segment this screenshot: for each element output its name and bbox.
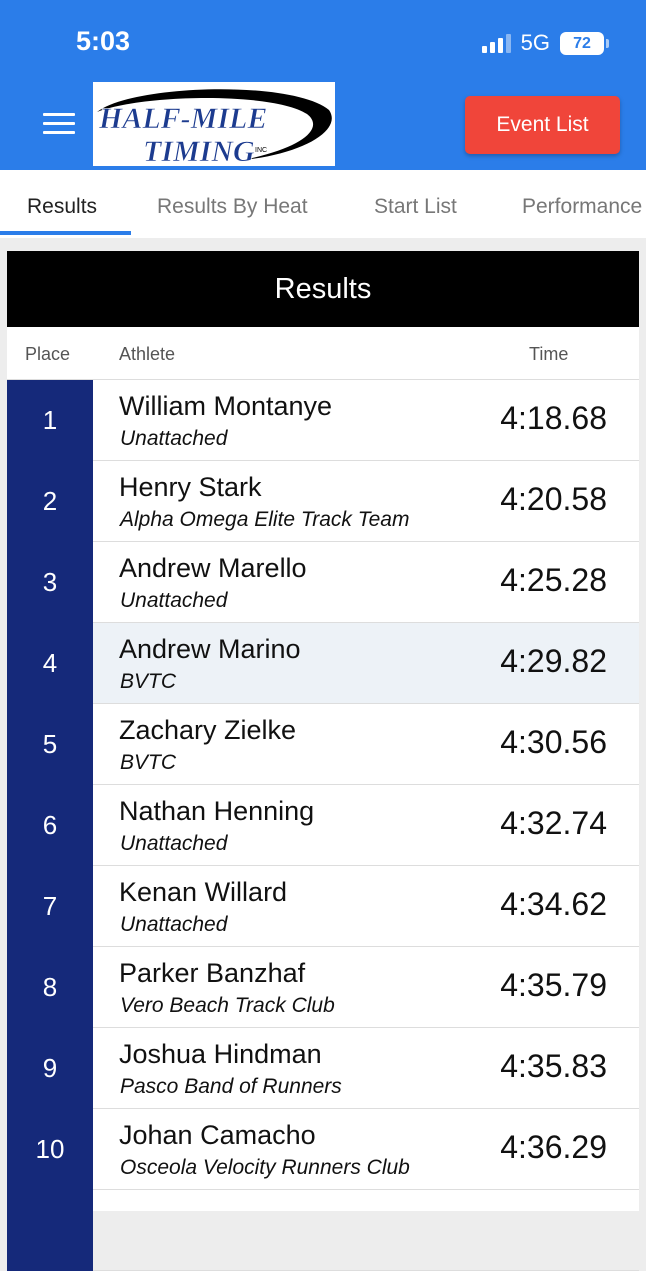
- athlete-team: Unattached: [120, 589, 228, 612]
- place-number: 3: [7, 542, 93, 623]
- athlete-name: Andrew Marello: [119, 553, 307, 583]
- place-number: 7: [7, 866, 93, 947]
- place-number: 9: [7, 1028, 93, 1109]
- result-time: 4:34.62: [500, 886, 607, 922]
- athlete-name: Henry Stark: [119, 472, 262, 502]
- athlete-team: Vero Beach Track Club: [120, 994, 335, 1017]
- signal-icon: [481, 33, 511, 53]
- tab-start-list[interactable]: Start List: [374, 170, 457, 238]
- tab-performance[interactable]: Performance: [522, 170, 642, 238]
- result-row-partial[interactable]: [7, 1190, 639, 1271]
- results-title: Results: [7, 251, 639, 327]
- place-number: [7, 1190, 93, 1271]
- result-time: 4:36.29: [500, 1129, 607, 1165]
- athlete-team: Pasco Band of Runners: [120, 1075, 342, 1098]
- place-number: 5: [7, 704, 93, 785]
- athlete-team: Unattached: [120, 913, 228, 936]
- result-row[interactable]: 9 Joshua Hindman Pasco Band of Runners 4…: [7, 1028, 639, 1109]
- status-time: 5:03: [76, 26, 131, 56]
- hamburger-menu-icon[interactable]: [43, 113, 75, 137]
- athlete-name: Johan Camacho: [119, 1120, 316, 1150]
- column-header-athlete: Athlete: [119, 344, 176, 364]
- result-time: 4:32.74: [500, 805, 607, 841]
- result-time: 4:29.82: [500, 643, 607, 679]
- athlete-name: Kenan Willard: [119, 877, 288, 907]
- tab-results[interactable]: Results: [27, 170, 97, 238]
- athlete-team: Unattached: [120, 427, 228, 450]
- athlete-team: BVTC: [120, 670, 177, 693]
- result-time: 4:18.68: [500, 400, 607, 436]
- place-number: 8: [7, 947, 93, 1028]
- column-headers: Place Athlete Time: [7, 327, 639, 380]
- place-number: 4: [7, 623, 93, 704]
- place-number: 6: [7, 785, 93, 866]
- event-list-button[interactable]: Event List: [465, 96, 620, 154]
- tab-bar: Results Results By Heat Start List Perfo…: [0, 170, 646, 238]
- network-type: 5G: [520, 30, 550, 55]
- athlete-name: Nathan Henning: [119, 796, 315, 826]
- results-table: Results Place Athlete Time 1 William Mon…: [7, 251, 639, 1271]
- result-row[interactable]: 6 Nathan Henning Unattached 4:32.74: [7, 785, 639, 866]
- place-number: 1: [7, 380, 93, 461]
- place-number: 10: [7, 1109, 93, 1190]
- athlete-name: Zachary Zielke: [119, 715, 297, 745]
- result-row[interactable]: 8 Parker Banzhaf Vero Beach Track Club 4…: [7, 947, 639, 1028]
- athlete-team: Unattached: [120, 832, 228, 855]
- logo-line1: HALF-MILE: [98, 102, 267, 135]
- athlete-name: Joshua Hindman: [119, 1039, 322, 1069]
- place-number: 2: [7, 461, 93, 542]
- tab-results-by-heat[interactable]: Results By Heat: [157, 170, 308, 238]
- result-row[interactable]: 1 William Montanye Unattached 4:18.68: [7, 380, 639, 461]
- athlete-team: BVTC: [120, 751, 177, 774]
- athlete-name: William Montanye: [119, 391, 333, 421]
- athlete-team: Alpha Omega Elite Track Team: [120, 508, 410, 531]
- column-header-time: Time: [529, 344, 569, 364]
- status-indicators: 5G 72: [481, 30, 609, 56]
- result-row[interactable]: 2 Henry Stark Alpha Omega Elite Track Te…: [7, 461, 639, 542]
- logo-inc: INC: [255, 147, 267, 154]
- result-time: 4:35.83: [500, 1048, 607, 1084]
- half-mile-timing-logo[interactable]: HALF-MILE TIMING INC: [93, 82, 335, 166]
- column-header-place: Place: [25, 344, 71, 364]
- result-row-highlighted[interactable]: 4 Andrew Marino BVTC 4:29.82: [7, 623, 639, 704]
- result-time: 4:30.56: [500, 724, 607, 760]
- athlete-name: Andrew Marino: [119, 634, 301, 664]
- result-time: 4:25.28: [500, 562, 607, 598]
- athlete-name: Parker Banzhaf: [119, 958, 306, 988]
- app-header: HALF-MILE TIMING INC Event List: [0, 80, 646, 170]
- battery-icon: 72: [560, 31, 609, 55]
- result-row[interactable]: 7 Kenan Willard Unattached 4:34.62: [7, 866, 639, 947]
- logo-line2: TIMING: [143, 135, 255, 166]
- status-bar: 5:03 5G 72: [0, 0, 646, 80]
- result-time: 4:35.79: [500, 967, 607, 1003]
- result-row[interactable]: 10 Johan Camacho Osceola Velocity Runner…: [7, 1109, 639, 1190]
- active-tab-indicator: [0, 231, 131, 235]
- result-time: 4:20.58: [500, 481, 607, 517]
- result-row[interactable]: 5 Zachary Zielke BVTC 4:30.56: [7, 704, 639, 785]
- athlete-team: Osceola Velocity Runners Club: [120, 1156, 410, 1179]
- result-row[interactable]: 3 Andrew Marello Unattached 4:25.28: [7, 542, 639, 623]
